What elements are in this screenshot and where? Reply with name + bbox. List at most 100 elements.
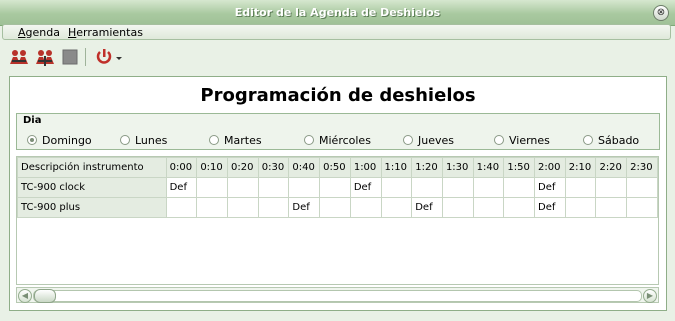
radio-label: Domingo [42, 133, 92, 147]
schedule-cell[interactable] [564, 197, 597, 218]
radio-label: Miércoles [319, 133, 371, 147]
horizontal-scrollbar[interactable]: ◀ ▶ [16, 287, 659, 303]
schedule-cell[interactable] [227, 177, 259, 198]
radio-label: Sábado [598, 133, 640, 147]
schedule-cell[interactable] [257, 197, 290, 218]
stop-button[interactable] [60, 47, 82, 67]
column-header[interactable]: 1:30 [441, 157, 474, 178]
menu-herramientas[interactable]: Herramientas [68, 26, 143, 39]
column-header[interactable]: 1:00 [349, 157, 382, 178]
schedule-cell[interactable] [380, 177, 413, 198]
day-selector-group: Dia Domingo Lunes Martes Miércoles Jueve… [16, 113, 660, 150]
menu-agenda[interactable]: Agenda [18, 26, 60, 39]
table-row: TC-900 clock Def Def Def [17, 177, 658, 198]
schedule-cell[interactable] [626, 197, 658, 218]
schedule-cell[interactable] [503, 197, 536, 218]
radio-icon [494, 135, 504, 145]
scroll-left-icon[interactable]: ◀ [18, 289, 32, 303]
schedule-cell[interactable]: Def [534, 197, 566, 218]
schedule-cell[interactable] [595, 197, 628, 218]
column-header[interactable]: 2:20 [595, 157, 628, 178]
people-remove-icon [36, 50, 54, 66]
column-header[interactable]: 2:00 [534, 157, 566, 178]
instrument-name-cell[interactable]: TC-900 clock [17, 177, 167, 198]
column-header[interactable]: 0:30 [257, 157, 290, 178]
schedule-cell[interactable] [227, 197, 259, 218]
schedule-table-container: Descripción instrumento 0:00 0:10 0:20 0… [16, 156, 659, 285]
schedule-cell[interactable]: Def [288, 197, 321, 218]
schedule-cell[interactable] [196, 197, 229, 218]
people-add-icon [10, 50, 28, 64]
radio-icon [403, 135, 413, 145]
schedule-cell[interactable] [165, 197, 198, 218]
power-dropdown-icon [96, 49, 122, 64]
column-header[interactable]: 1:40 [472, 157, 505, 178]
schedule-cell[interactable] [257, 177, 290, 198]
radio-icon [304, 135, 314, 145]
schedule-cell[interactable] [380, 197, 413, 218]
column-header[interactable]: 1:20 [411, 157, 443, 178]
schedule-cell[interactable] [441, 177, 474, 198]
column-header[interactable]: 2:10 [564, 157, 597, 178]
schedule-panel: Programación de deshielos Dia Domingo Lu… [9, 76, 667, 311]
schedule-cell[interactable] [595, 177, 628, 198]
schedule-cell[interactable] [349, 197, 382, 218]
schedule-cell[interactable]: Def [165, 177, 198, 198]
column-header[interactable]: 0:20 [227, 157, 259, 178]
schedule-cell[interactable] [472, 177, 505, 198]
radio-domingo[interactable]: Domingo [27, 133, 92, 147]
column-header[interactable]: 0:10 [196, 157, 229, 178]
schedule-cell[interactable] [564, 177, 597, 198]
scroll-track[interactable] [33, 290, 642, 302]
radio-icon [583, 135, 593, 145]
schedule-cell[interactable] [319, 197, 351, 218]
schedule-cell[interactable] [472, 197, 505, 218]
radio-miercoles[interactable]: Miércoles [304, 133, 371, 147]
radio-jueves[interactable]: Jueves [403, 133, 454, 147]
page-title: Programación de deshielos [200, 85, 476, 106]
remove-users-button[interactable] [34, 47, 56, 67]
schedule-cell[interactable] [626, 177, 658, 198]
schedule-cell[interactable] [288, 177, 321, 198]
column-header[interactable]: 0:00 [165, 157, 198, 178]
schedule-cell[interactable]: Def [411, 197, 443, 218]
radio-lunes[interactable]: Lunes [120, 133, 167, 147]
title-bar: Editor de la Agenda de Deshielos ⊗ [0, 0, 675, 26]
add-users-button[interactable] [8, 47, 30, 67]
radio-label: Viernes [509, 133, 550, 147]
schedule-table: Descripción instrumento 0:00 0:10 0:20 0… [17, 157, 658, 218]
menu-agenda-mnemonic: A [18, 26, 26, 39]
schedule-cell[interactable] [503, 177, 536, 198]
radio-sabado[interactable]: Sábado [583, 133, 639, 147]
menu-agenda-label: genda [25, 26, 60, 39]
radio-martes[interactable]: Martes [209, 133, 262, 147]
day-group-label: Dia [23, 115, 42, 126]
radio-label: Jueves [418, 133, 454, 147]
table-header-row: Descripción instrumento 0:00 0:10 0:20 0… [17, 157, 658, 178]
instrument-name-cell[interactable]: TC-900 plus [17, 197, 167, 218]
radio-label: Lunes [135, 133, 168, 147]
column-header[interactable]: 0:50 [319, 157, 351, 178]
schedule-cell[interactable]: Def [534, 177, 566, 198]
radio-icon [120, 135, 130, 145]
radio-label: Martes [224, 133, 262, 147]
schedule-cell[interactable] [441, 197, 474, 218]
column-header[interactable]: 2:30 [626, 157, 658, 178]
scroll-right-icon[interactable]: ▶ [643, 289, 657, 303]
close-button[interactable]: ⊗ [653, 5, 669, 21]
column-header[interactable]: 0:40 [288, 157, 321, 178]
column-header[interactable]: 1:10 [380, 157, 413, 178]
stop-icon [62, 49, 78, 65]
radio-viernes[interactable]: Viernes [494, 133, 550, 147]
column-header[interactable]: Descripción instrumento [17, 157, 167, 178]
schedule-cell[interactable] [319, 177, 351, 198]
power-dropdown-button[interactable] [94, 47, 124, 67]
schedule-cell[interactable] [196, 177, 229, 198]
scroll-thumb[interactable] [34, 289, 56, 303]
menu-herramientas-label: erramientas [76, 26, 143, 39]
column-header[interactable]: 1:50 [503, 157, 536, 178]
schedule-cell[interactable] [411, 177, 443, 198]
menu-bar: Agenda Herramientas [2, 24, 671, 40]
radio-icon [209, 135, 219, 145]
schedule-cell[interactable]: Def [349, 177, 382, 198]
